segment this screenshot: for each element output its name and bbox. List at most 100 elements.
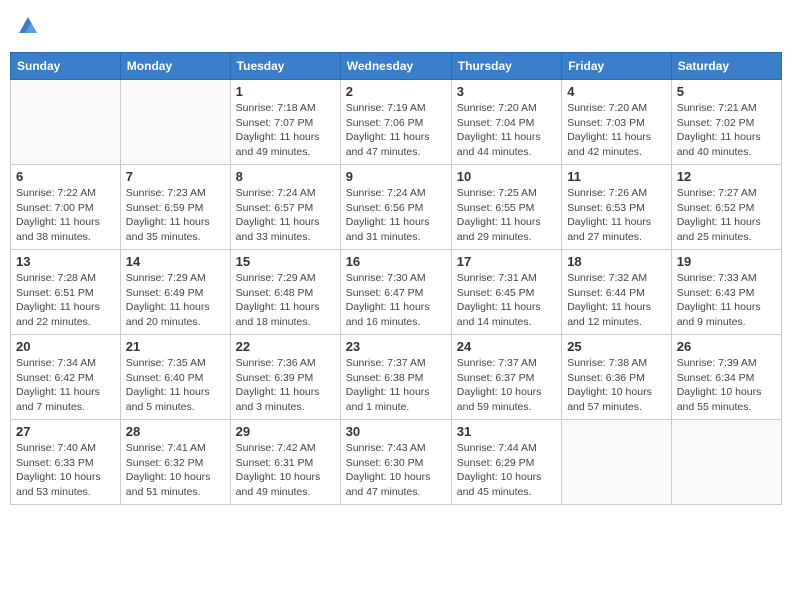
day-info: Sunrise: 7:32 AM Sunset: 6:44 PM Dayligh… [567,271,666,330]
day-number: 25 [567,339,666,354]
day-info: Sunrise: 7:43 AM Sunset: 6:30 PM Dayligh… [346,441,446,500]
day-info: Sunrise: 7:35 AM Sunset: 6:40 PM Dayligh… [126,356,225,415]
day-number: 1 [236,84,335,99]
day-info: Sunrise: 7:33 AM Sunset: 6:43 PM Dayligh… [677,271,776,330]
logo-icon [17,15,39,37]
calendar-cell [562,420,672,505]
day-info: Sunrise: 7:19 AM Sunset: 7:06 PM Dayligh… [346,101,446,160]
day-info: Sunrise: 7:39 AM Sunset: 6:34 PM Dayligh… [677,356,776,415]
day-number: 11 [567,169,666,184]
day-number: 29 [236,424,335,439]
day-number: 4 [567,84,666,99]
page-header [10,10,782,42]
day-number: 15 [236,254,335,269]
calendar-day-header: Saturday [671,53,781,80]
day-number: 20 [16,339,115,354]
calendar-cell: 7 Sunrise: 7:23 AM Sunset: 6:59 PM Daylig… [120,165,230,250]
day-number: 12 [677,169,776,184]
calendar-cell: 11Sunrise: 7:26 AM Sunset: 6:53 PM Dayli… [562,165,672,250]
day-number: 10 [457,169,556,184]
calendar-week-row: 27 Sunrise: 7:40 AM Sunset: 6:33 PM Dayli… [11,420,782,505]
calendar-cell [671,420,781,505]
day-info: Sunrise: 7:27 AM Sunset: 6:52 PM Dayligh… [677,186,776,245]
calendar-cell: 28Sunrise: 7:41 AM Sunset: 6:32 PM Dayli… [120,420,230,505]
day-info: Sunrise: 7:24 AM Sunset: 6:56 PM Dayligh… [346,186,446,245]
calendar-day-header: Friday [562,53,672,80]
day-number: 23 [346,339,446,354]
calendar-cell: 22 Sunrise: 7:36 AM Sunset: 6:39 PM Dayli… [230,335,340,420]
day-info: Sunrise: 7:20 AM Sunset: 7:03 PM Dayligh… [567,101,666,160]
day-number: 5 [677,84,776,99]
calendar-cell: 12 Sunrise: 7:27 AM Sunset: 6:52 PM Dayli… [671,165,781,250]
calendar-cell [11,80,121,165]
day-number: 16 [346,254,446,269]
calendar-cell: 24Sunrise: 7:37 AM Sunset: 6:37 PM Dayli… [451,335,561,420]
calendar-table: SundayMondayTuesdayWednesdayThursdayFrid… [10,52,782,505]
day-number: 2 [346,84,446,99]
day-number: 27 [16,424,115,439]
calendar-cell: 19Sunrise: 7:33 AM Sunset: 6:43 PM Dayli… [671,250,781,335]
day-info: Sunrise: 7:25 AM Sunset: 6:55 PM Dayligh… [457,186,556,245]
calendar-week-row: 20Sunrise: 7:34 AM Sunset: 6:42 PM Dayli… [11,335,782,420]
day-info: Sunrise: 7:29 AM Sunset: 6:49 PM Dayligh… [126,271,225,330]
calendar-cell: 29 Sunrise: 7:42 AM Sunset: 6:31 PM Dayli… [230,420,340,505]
calendar-cell: 31 Sunrise: 7:44 AM Sunset: 6:29 PM Dayli… [451,420,561,505]
day-number: 22 [236,339,335,354]
day-number: 7 [126,169,225,184]
calendar-week-row: 1 Sunrise: 7:18 AM Sunset: 7:07 PM Daylig… [11,80,782,165]
day-info: Sunrise: 7:29 AM Sunset: 6:48 PM Dayligh… [236,271,335,330]
day-number: 21 [126,339,225,354]
calendar-cell: 9 Sunrise: 7:24 AM Sunset: 6:56 PM Daylig… [340,165,451,250]
day-number: 14 [126,254,225,269]
day-info: Sunrise: 7:37 AM Sunset: 6:37 PM Dayligh… [457,356,556,415]
day-info: Sunrise: 7:28 AM Sunset: 6:51 PM Dayligh… [16,271,115,330]
day-info: Sunrise: 7:21 AM Sunset: 7:02 PM Dayligh… [677,101,776,160]
day-number: 17 [457,254,556,269]
calendar-day-header: Wednesday [340,53,451,80]
calendar-cell: 13 Sunrise: 7:28 AM Sunset: 6:51 PM Dayli… [11,250,121,335]
day-number: 6 [16,169,115,184]
calendar-cell: 10 Sunrise: 7:25 AM Sunset: 6:55 PM Dayli… [451,165,561,250]
day-number: 26 [677,339,776,354]
calendar-day-header: Thursday [451,53,561,80]
day-number: 13 [16,254,115,269]
calendar-cell: 20Sunrise: 7:34 AM Sunset: 6:42 PM Dayli… [11,335,121,420]
day-info: Sunrise: 7:24 AM Sunset: 6:57 PM Dayligh… [236,186,335,245]
calendar-cell: 17 Sunrise: 7:31 AM Sunset: 6:45 PM Dayli… [451,250,561,335]
calendar-cell: 18 Sunrise: 7:32 AM Sunset: 6:44 PM Dayli… [562,250,672,335]
day-number: 3 [457,84,556,99]
calendar-cell: 14 Sunrise: 7:29 AM Sunset: 6:49 PM Dayli… [120,250,230,335]
calendar-cell: 5 Sunrise: 7:21 AM Sunset: 7:02 PM Daylig… [671,80,781,165]
calendar-cell: 1 Sunrise: 7:18 AM Sunset: 7:07 PM Daylig… [230,80,340,165]
calendar-header-row: SundayMondayTuesdayWednesdayThursdayFrid… [11,53,782,80]
day-info: Sunrise: 7:38 AM Sunset: 6:36 PM Dayligh… [567,356,666,415]
calendar-cell: 3 Sunrise: 7:20 AM Sunset: 7:04 PM Daylig… [451,80,561,165]
calendar-day-header: Tuesday [230,53,340,80]
day-info: Sunrise: 7:36 AM Sunset: 6:39 PM Dayligh… [236,356,335,415]
calendar-week-row: 6 Sunrise: 7:22 AM Sunset: 7:00 PM Daylig… [11,165,782,250]
day-info: Sunrise: 7:44 AM Sunset: 6:29 PM Dayligh… [457,441,556,500]
calendar-cell: 27 Sunrise: 7:40 AM Sunset: 6:33 PM Dayli… [11,420,121,505]
calendar-cell: 23 Sunrise: 7:37 AM Sunset: 6:38 PM Dayli… [340,335,451,420]
day-info: Sunrise: 7:22 AM Sunset: 7:00 PM Dayligh… [16,186,115,245]
day-info: Sunrise: 7:37 AM Sunset: 6:38 PM Dayligh… [346,356,446,415]
day-info: Sunrise: 7:42 AM Sunset: 6:31 PM Dayligh… [236,441,335,500]
day-number: 8 [236,169,335,184]
day-info: Sunrise: 7:31 AM Sunset: 6:45 PM Dayligh… [457,271,556,330]
calendar-cell: 25 Sunrise: 7:38 AM Sunset: 6:36 PM Dayli… [562,335,672,420]
day-number: 18 [567,254,666,269]
calendar-cell [120,80,230,165]
day-info: Sunrise: 7:40 AM Sunset: 6:33 PM Dayligh… [16,441,115,500]
logo [15,15,39,42]
calendar-day-header: Monday [120,53,230,80]
day-number: 31 [457,424,556,439]
day-info: Sunrise: 7:18 AM Sunset: 7:07 PM Dayligh… [236,101,335,160]
day-info: Sunrise: 7:23 AM Sunset: 6:59 PM Dayligh… [126,186,225,245]
calendar-cell: 8 Sunrise: 7:24 AM Sunset: 6:57 PM Daylig… [230,165,340,250]
day-number: 9 [346,169,446,184]
day-info: Sunrise: 7:20 AM Sunset: 7:04 PM Dayligh… [457,101,556,160]
calendar-cell: 15 Sunrise: 7:29 AM Sunset: 6:48 PM Dayli… [230,250,340,335]
day-number: 28 [126,424,225,439]
calendar-cell: 26 Sunrise: 7:39 AM Sunset: 6:34 PM Dayli… [671,335,781,420]
calendar-day-header: Sunday [11,53,121,80]
